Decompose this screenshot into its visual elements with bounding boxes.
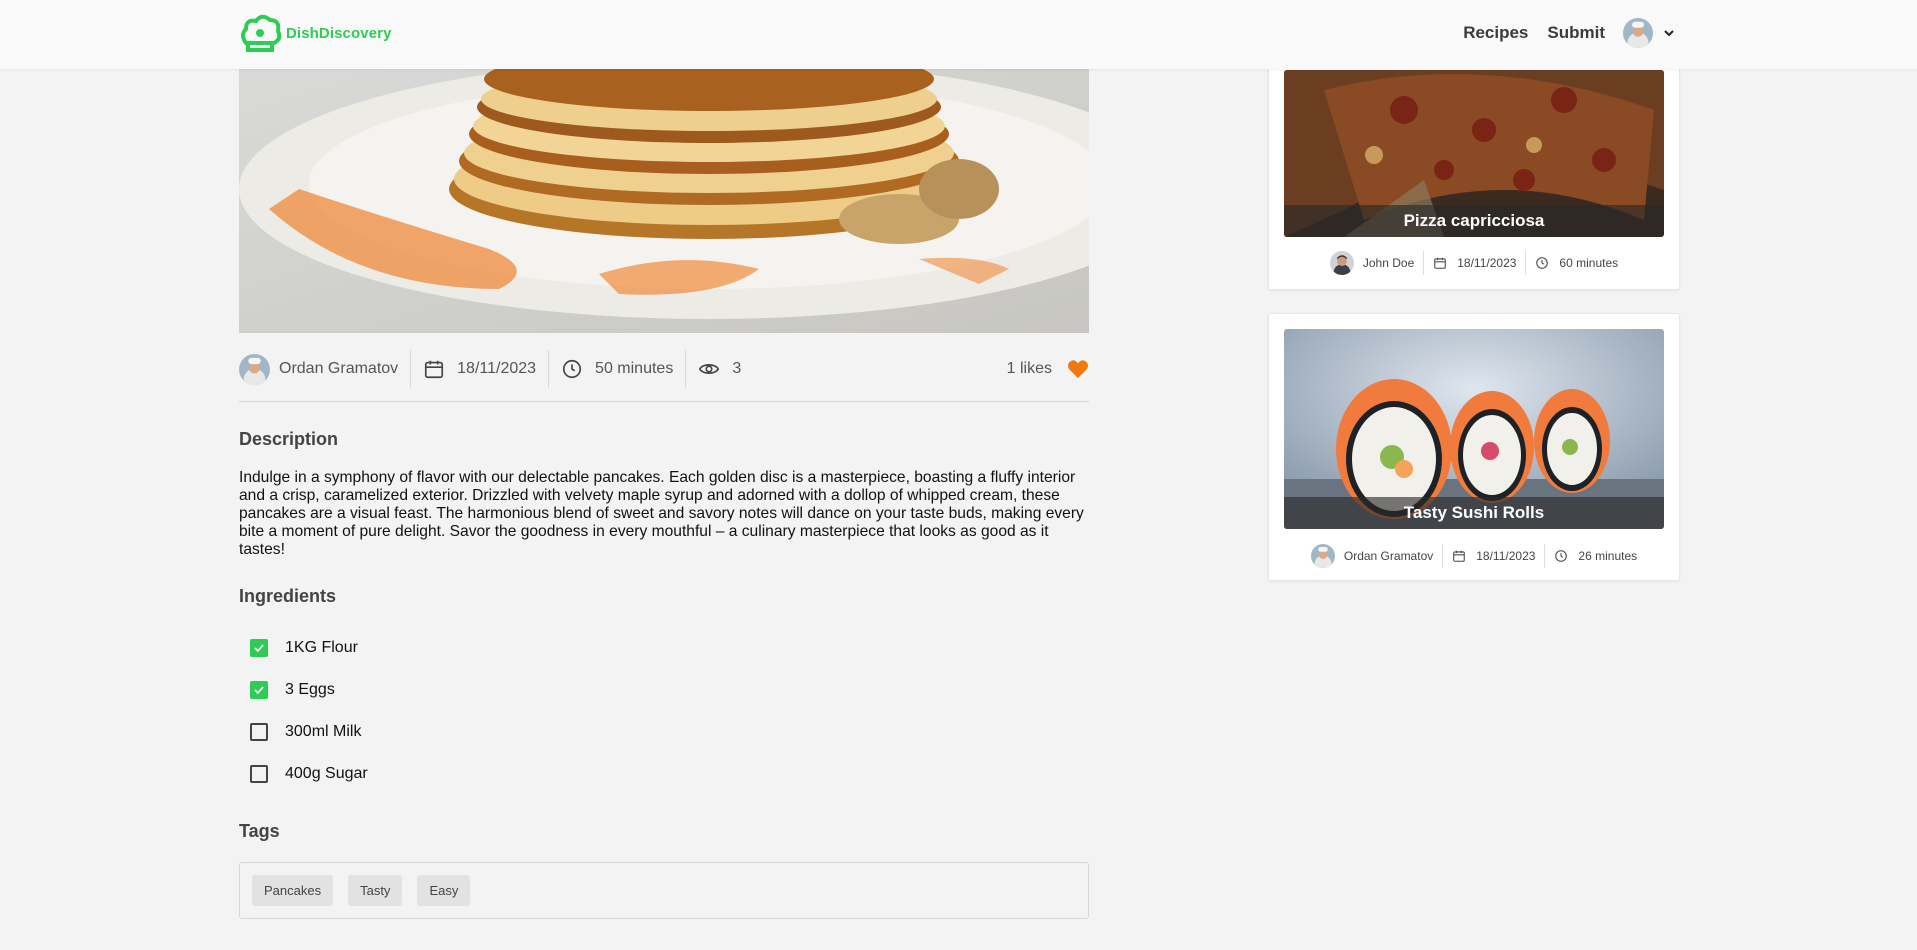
related-recipe-card[interactable]: Pizza capricciosa John Doe 18/11/2023 60… <box>1268 40 1680 290</box>
ingredient-label: 300ml Milk <box>285 723 362 740</box>
author-info[interactable]: Ordan Gramatov <box>239 350 398 388</box>
recipe-meta-bar: Ordan Gramatov 18/11/2023 50 minutes 3 1… <box>239 350 1089 402</box>
brand-name: DishDiscovery <box>286 24 392 42</box>
nav-submit-link[interactable]: Submit <box>1547 23 1605 43</box>
nav-recipes-link[interactable]: Recipes <box>1463 23 1528 43</box>
divider <box>1544 544 1546 568</box>
ingredient-item[interactable]: 300ml Milk <box>250 720 361 744</box>
related-recipe-image[interactable]: Pizza capricciosa <box>1284 70 1664 237</box>
time-info: 60 minutes <box>1535 251 1618 275</box>
tag-chip[interactable]: Pancakes <box>252 875 334 906</box>
time-info: 26 minutes <box>1554 544 1637 568</box>
cook-time: 26 minutes <box>1578 549 1638 563</box>
ingredient-checkbox[interactable] <box>250 723 268 741</box>
date-info: 18/11/2023 <box>1452 544 1535 568</box>
related-recipe-title: Pizza capricciosa <box>1284 205 1664 237</box>
ingredient-checkbox[interactable] <box>250 681 268 699</box>
author-avatar <box>1311 544 1335 568</box>
chef-hat-logo-icon <box>241 14 282 52</box>
related-recipe-image[interactable]: Tasty Sushi Rolls <box>1284 329 1664 529</box>
author-name: Ordan Gramatov <box>1343 549 1434 563</box>
tag-chip[interactable]: Easy <box>417 875 471 906</box>
recipe-date: 18/11/2023 <box>1476 549 1536 563</box>
ingredient-checkbox[interactable] <box>250 765 268 783</box>
author-name: Ordan Gramatov <box>279 360 399 377</box>
divider <box>548 350 550 388</box>
calendar-icon <box>423 358 445 380</box>
brand-logo[interactable]: DishDiscovery <box>238 13 392 53</box>
divider <box>1423 251 1425 275</box>
tags-container: Pancakes Tasty Easy <box>239 862 1089 919</box>
divider <box>1525 251 1527 275</box>
ingredient-item[interactable]: 400g Sugar <box>250 762 368 786</box>
calendar-icon <box>1452 549 1466 563</box>
author-name: John Doe <box>1362 256 1415 270</box>
checkmark-icon <box>252 641 266 655</box>
ingredient-item[interactable]: 3 Eggs <box>250 678 335 702</box>
clock-icon <box>1554 549 1568 563</box>
like-count: 1 likes <box>1006 360 1052 377</box>
clock-icon <box>561 358 583 380</box>
recipe-hero-image <box>239 69 1089 333</box>
related-recipe-meta: John Doe 18/11/2023 60 minutes <box>1269 251 1679 275</box>
clock-icon <box>1535 256 1549 270</box>
views-info: 3 <box>698 350 741 388</box>
description-text: Indulge in a symphony of flavor with our… <box>239 469 1084 558</box>
cook-time: 50 minutes <box>595 360 674 377</box>
recipe-date: 18/11/2023 <box>457 360 537 377</box>
likes-info: 1 likes <box>1007 350 1089 388</box>
eye-icon <box>698 358 720 380</box>
cook-time: 60 minutes <box>1559 256 1619 270</box>
date-info: 18/11/2023 <box>423 350 536 388</box>
divider <box>410 350 412 388</box>
ingredient-item[interactable]: 1KG Flour <box>250 636 358 660</box>
divider <box>1442 544 1444 568</box>
tags-heading: Tags <box>239 821 280 841</box>
author-info[interactable]: Ordan Gramatov <box>1311 544 1433 568</box>
related-recipe-meta: Ordan Gramatov 18/11/2023 26 minutes <box>1269 544 1679 568</box>
ingredient-label: 1KG Flour <box>285 639 358 656</box>
chevron-down-icon[interactable] <box>1663 27 1675 39</box>
author-avatar <box>1330 251 1354 275</box>
ingredients-heading: Ingredients <box>239 586 337 606</box>
tag-chip[interactable]: Tasty <box>348 875 403 906</box>
ingredient-label: 3 Eggs <box>285 681 335 698</box>
author-info[interactable]: John Doe <box>1330 251 1414 275</box>
checkmark-icon <box>252 683 266 697</box>
user-avatar[interactable] <box>1623 18 1653 48</box>
recipe-date: 18/11/2023 <box>1457 256 1517 270</box>
related-recipe-title: Tasty Sushi Rolls <box>1284 497 1664 529</box>
description-heading: Description <box>239 429 339 449</box>
related-recipe-card[interactable]: Tasty Sushi Rolls Ordan Gramatov 18/11/2… <box>1268 313 1680 581</box>
author-avatar <box>239 354 270 385</box>
time-info: 50 minutes <box>561 350 673 388</box>
divider <box>685 350 687 388</box>
heart-icon[interactable] <box>1067 359 1089 379</box>
top-navbar: DishDiscovery Recipes Submit <box>0 0 1917 69</box>
date-info: 18/11/2023 <box>1433 251 1516 275</box>
ingredient-checkbox[interactable] <box>250 639 268 657</box>
main-nav: Recipes Submit <box>1444 18 1675 48</box>
ingredient-label: 400g Sugar <box>285 765 368 782</box>
view-count: 3 <box>732 360 742 377</box>
calendar-icon <box>1433 256 1447 270</box>
